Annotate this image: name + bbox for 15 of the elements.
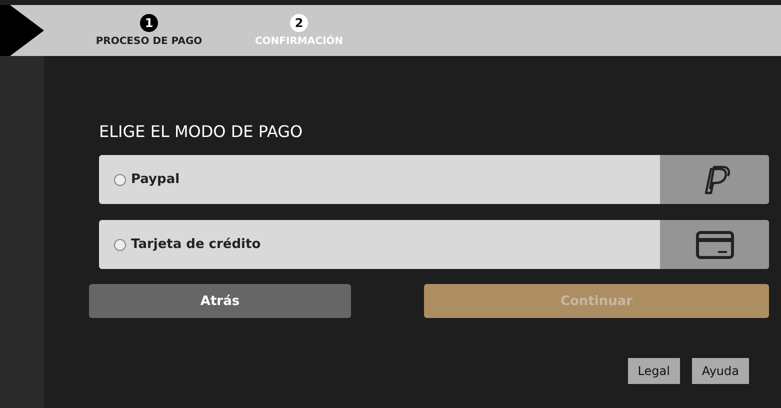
- footer-link[interactable]: Ayuda: [692, 358, 749, 384]
- section-heading: ELIGE EL MODO DE PAGO: [99, 122, 304, 141]
- step-label: PROCESO DE PAGO: [96, 36, 202, 47]
- radio-button[interactable]: [114, 238, 126, 250]
- step-number: 2: [290, 14, 308, 32]
- payment-option[interactable]: Tarjeta de crédito: [99, 220, 769, 269]
- radio-button[interactable]: [114, 174, 126, 186]
- option-label: Tarjeta de crédito: [131, 237, 262, 252]
- credit-card-icon: [696, 230, 734, 258]
- footer-link[interactable]: Legal: [628, 358, 680, 384]
- back-button[interactable]: Atrás: [89, 284, 351, 318]
- arrow-icon: [0, 5, 44, 56]
- step-number: 1: [140, 14, 158, 32]
- option-label: Paypal: [131, 172, 181, 187]
- payment-option[interactable]: Paypal: [99, 155, 769, 204]
